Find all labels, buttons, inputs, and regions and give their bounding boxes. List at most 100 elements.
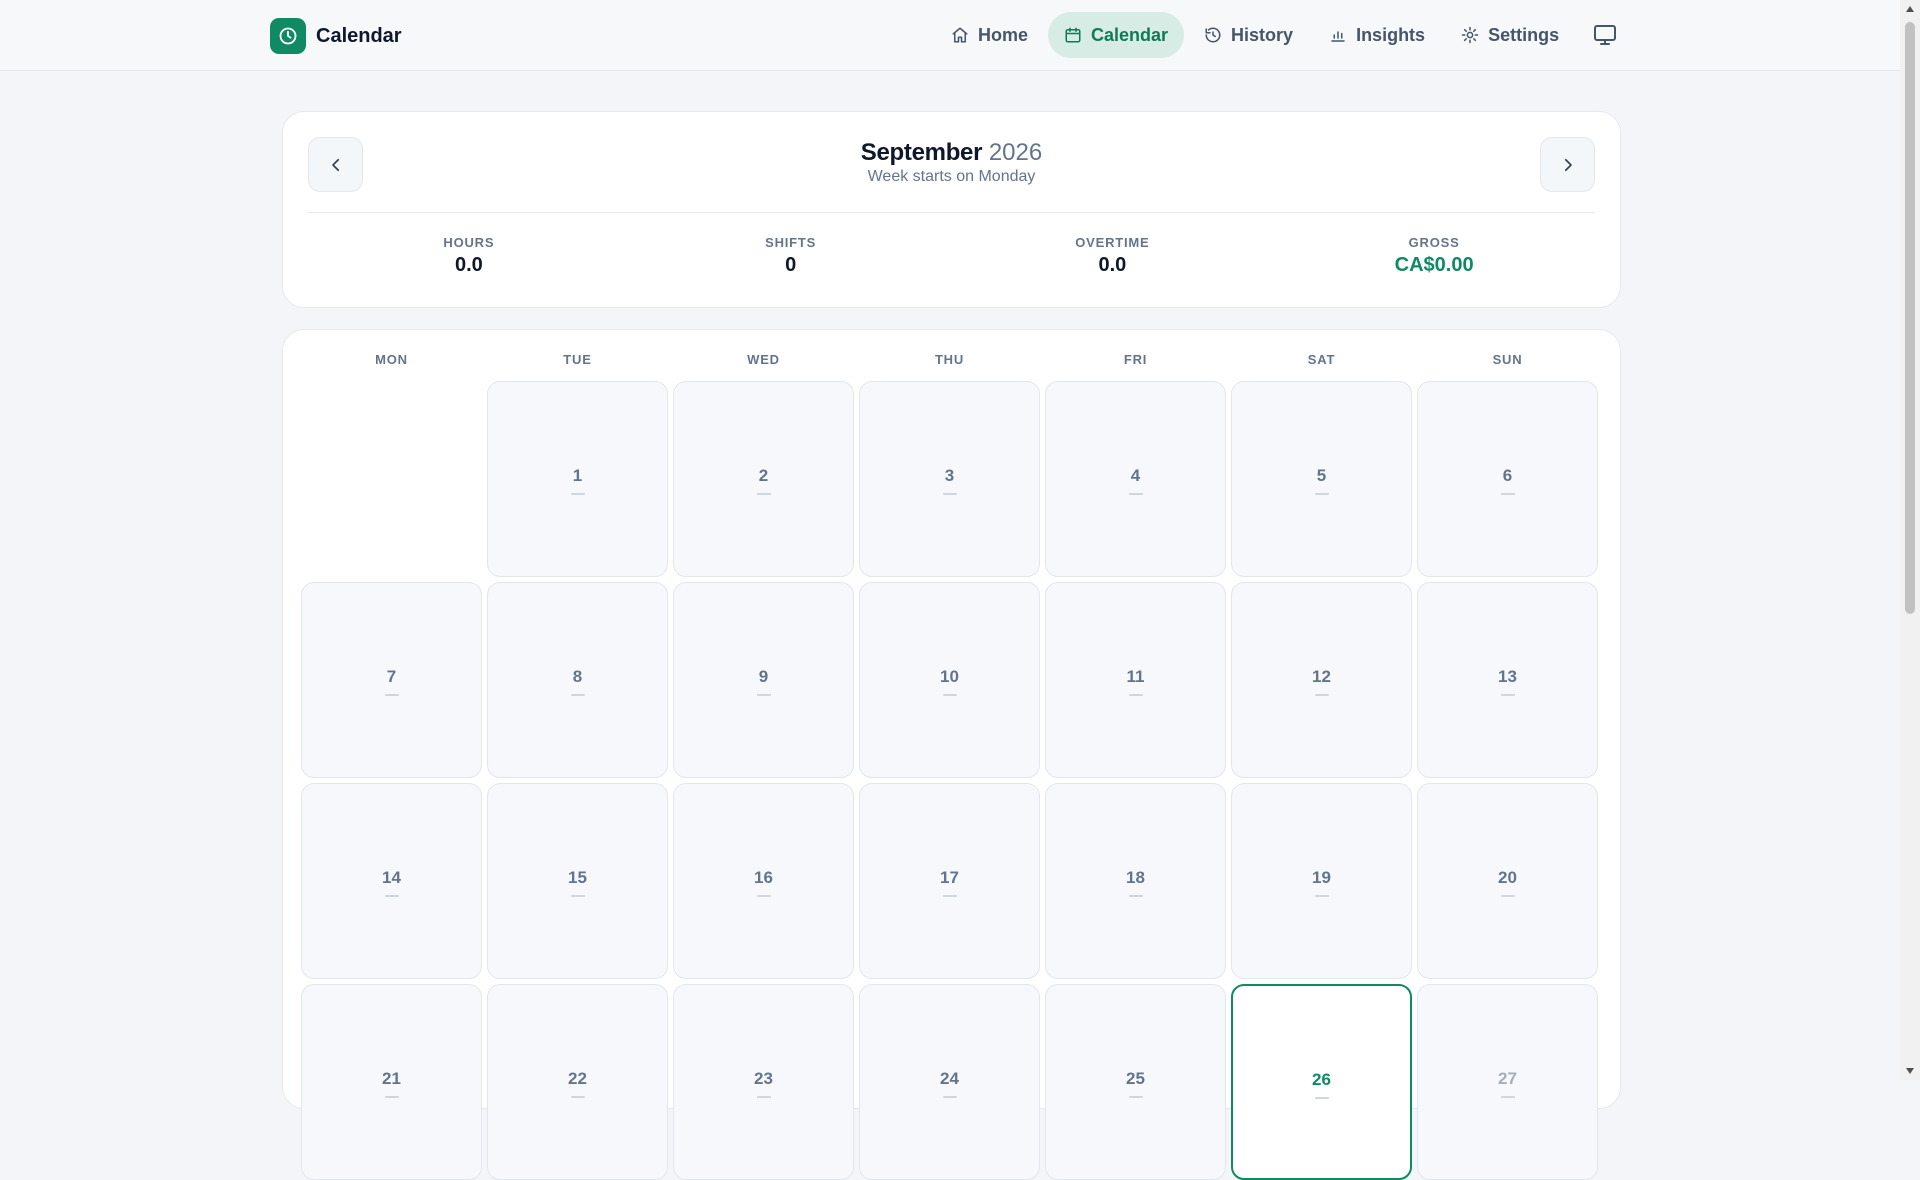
summary-divider: [308, 212, 1595, 213]
day-empty-indicator: [570, 694, 585, 696]
stat-shifts: SHIFTS 0: [630, 235, 952, 277]
weekday-label: MON: [375, 352, 408, 367]
calendar-day[interactable]: 13: [1417, 582, 1598, 778]
nav-item-label: Calendar: [1091, 24, 1169, 45]
day-number: 18: [1126, 868, 1145, 887]
calendar-day[interactable]: 11: [1045, 582, 1226, 778]
page-scrollbar[interactable]: [1900, 0, 1920, 1080]
day-number: 26: [1312, 1070, 1331, 1089]
app-title: Calendar: [316, 24, 402, 47]
nav-item-calendar[interactable]: Calendar: [1048, 12, 1185, 58]
day-empty-indicator: [384, 895, 399, 897]
scrollbar-thumb[interactable]: [1905, 22, 1915, 614]
calendar-day[interactable]: 16: [673, 783, 854, 979]
calendar-day[interactable]: 19: [1231, 783, 1412, 979]
calendar-day[interactable]: 20: [1417, 783, 1598, 979]
calendar-days-grid: 1 2 3 4 5 6 7 8 9 10 11 12 13 14 15 16 1…: [301, 381, 1598, 1180]
stat-label: GROSS: [1408, 235, 1460, 250]
calendar-day[interactable]: 7: [301, 582, 482, 778]
day-number: 27: [1498, 1069, 1517, 1088]
nav-item-label: History: [1231, 24, 1294, 45]
day-number: 5: [1316, 466, 1327, 485]
calendar-day[interactable]: 5: [1231, 381, 1412, 577]
day-empty-indicator: [1128, 493, 1143, 495]
day-empty-indicator: [1314, 694, 1329, 696]
calendar-day[interactable]: 8: [487, 582, 668, 778]
stat-value: 0.0: [1098, 254, 1127, 276]
calendar-day[interactable]: 21: [301, 984, 482, 1180]
day-empty-indicator: [756, 895, 771, 897]
day-empty-indicator: [1314, 1097, 1329, 1099]
month-title: September 2026: [283, 138, 1620, 168]
day-empty-indicator: [1500, 1096, 1515, 1098]
calendar-day[interactable]: 12: [1231, 582, 1412, 778]
day-empty-indicator: [756, 493, 771, 495]
history-icon: [1205, 27, 1221, 43]
day-number: 15: [568, 868, 587, 887]
day-number: 6: [1502, 466, 1513, 485]
nav-item-home[interactable]: Home: [935, 12, 1044, 58]
day-empty-indicator: [570, 493, 585, 495]
home-icon: [952, 27, 968, 43]
day-empty-indicator: [1314, 493, 1329, 495]
day-empty-indicator: [942, 895, 957, 897]
month-year: 2026: [988, 139, 1043, 166]
nav-item-history[interactable]: History: [1188, 12, 1309, 58]
calendar-day[interactable]: 6: [1417, 381, 1598, 577]
calendar-day[interactable]: 23: [673, 984, 854, 1180]
calendar-day[interactable]: 22: [487, 984, 668, 1180]
stat-gross: GROSS CA$0.00: [1273, 235, 1595, 277]
next-month-button[interactable]: [1540, 137, 1595, 192]
day-number: 19: [1312, 868, 1331, 887]
brand[interactable]: Calendar: [270, 18, 402, 54]
day-number: 14: [382, 868, 401, 887]
day-empty-indicator: [756, 694, 771, 696]
calendar-day[interactable]: 9: [673, 582, 854, 778]
weekday-label: TUE: [563, 352, 592, 367]
display-mode-button[interactable]: [1590, 22, 1620, 48]
day-number: 4: [1130, 466, 1141, 485]
calendar-day[interactable]: 2: [673, 381, 854, 577]
nav-item-insights[interactable]: Insights: [1313, 12, 1441, 58]
calendar-day[interactable]: 15: [487, 783, 668, 979]
day-number: 22: [568, 1069, 587, 1088]
day-empty-indicator: [1500, 895, 1515, 897]
stat-value: 0.0: [454, 254, 483, 276]
weekday-label: THU: [934, 352, 965, 367]
calendar-day[interactable]: 27: [1417, 984, 1598, 1180]
day-number: 21: [382, 1069, 401, 1088]
scroll-down-arrow[interactable]: [1900, 1062, 1920, 1080]
day-empty-indicator: [1500, 493, 1515, 495]
chevron-right-icon: [1564, 158, 1572, 171]
day-number: 2: [758, 466, 769, 485]
day-empty-indicator: [570, 1096, 585, 1098]
nav-item-settings[interactable]: Settings: [1445, 12, 1575, 58]
day-number: 25: [1126, 1069, 1145, 1088]
stat-label: HOURS: [443, 235, 495, 250]
calendar-day[interactable]: 18: [1045, 783, 1226, 979]
top-navigation-bar: Calendar Home Calendar History Insights …: [0, 0, 1900, 71]
calendar-day[interactable]: 25: [1045, 984, 1226, 1180]
triangle-up-icon: [1906, 6, 1914, 12]
calendar-day-today[interactable]: 26: [1231, 984, 1412, 1180]
calendar-day-empty: [301, 381, 482, 577]
weekday-label: SUN: [1492, 352, 1523, 367]
calendar-grid-card: MON TUE WED THU FRI SAT SUN 1 2 3 4 5 6 …: [282, 329, 1621, 1180]
stat-label: OVERTIME: [1075, 235, 1150, 250]
stat-overtime: OVERTIME 0.0: [952, 235, 1274, 277]
calendar-day[interactable]: 24: [859, 984, 1040, 1180]
month-header: September 2026 Week starts on Monday: [283, 138, 1620, 186]
calendar-day[interactable]: 3: [859, 381, 1040, 577]
calendar-day[interactable]: 17: [859, 783, 1040, 979]
calendar-day[interactable]: 1: [487, 381, 668, 577]
day-number: 1: [572, 466, 583, 485]
calendar-day[interactable]: 10: [859, 582, 1040, 778]
main-nav: Home Calendar History Insights Settings: [935, 12, 1575, 58]
bar-chart-icon: [1331, 31, 1345, 42]
calendar-day[interactable]: 4: [1045, 381, 1226, 577]
day-empty-indicator: [570, 895, 585, 897]
calendar-day[interactable]: 14: [301, 783, 482, 979]
scroll-up-arrow[interactable]: [1900, 0, 1920, 18]
nav-item-label: Home: [978, 24, 1029, 45]
summary-stats: HOURS 0.0 SHIFTS 0 OVERTIME 0.0 GROSS CA…: [308, 235, 1595, 277]
